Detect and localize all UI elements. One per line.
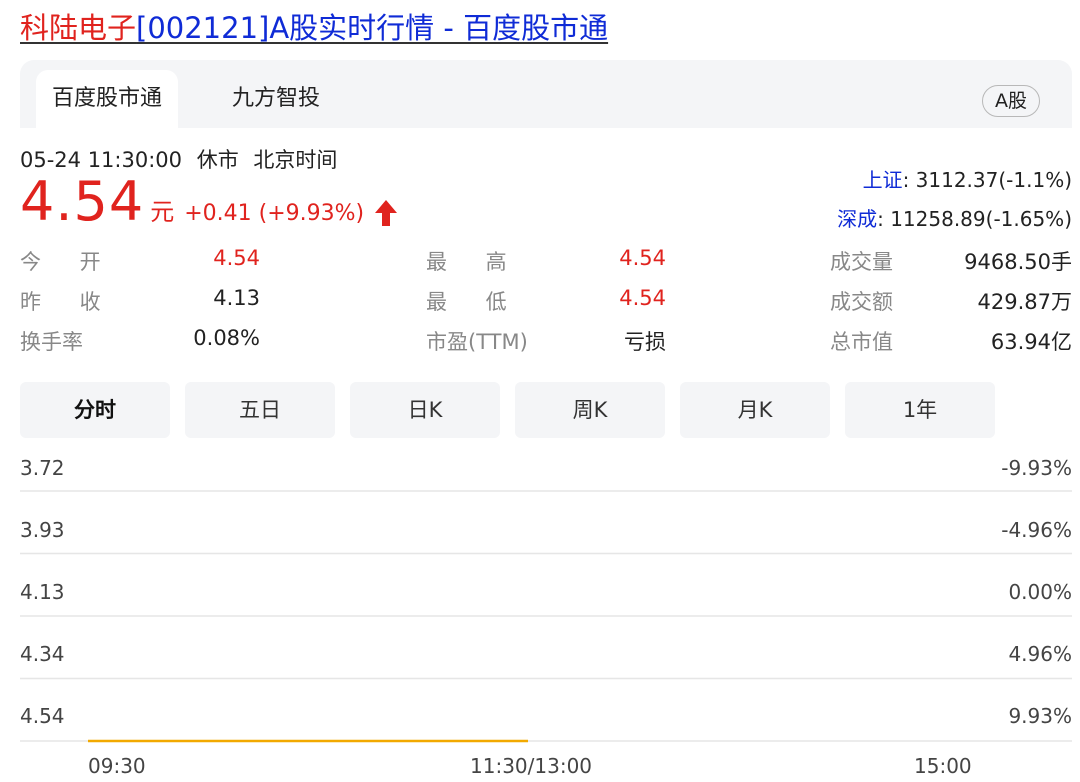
tab-one-year[interactable]: 1年 [845, 382, 995, 438]
stat-label-turnover-amount: 成交额 [830, 290, 893, 314]
pct-tick-label: 9.93% [1008, 704, 1072, 728]
stat-label-high: 最 高 [426, 250, 523, 274]
stat-label-open: 今 开 [20, 250, 117, 274]
stats-row: 昨 收 4.13 最 低 4.54 成交额 429.87万 [20, 286, 1072, 326]
tab-weekly-k[interactable]: 周K [515, 382, 665, 438]
tab-baidu-gushitong[interactable]: 百度股市通 [36, 70, 179, 128]
y-tick-label: 3.93 [20, 518, 65, 542]
tab-monthly-k[interactable]: 月K [680, 382, 830, 438]
stat-label-low: 最 低 [426, 290, 523, 314]
y-tick-label: 4.34 [20, 642, 65, 666]
stat-value-volume: 9468.50手 [964, 250, 1072, 274]
status-timezone: 北京时间 [253, 148, 338, 172]
x-tick-label: 11:30/13:00 [470, 754, 593, 778]
x-tick-label: 15:00 [914, 754, 972, 778]
tab-daily-k[interactable]: 日K [350, 382, 500, 438]
stat-value-prev-close: 4.13 [213, 286, 260, 310]
y-tick-label: 4.13 [20, 580, 65, 604]
price-change: +0.41 (+9.93%) [184, 201, 365, 226]
stat-value-turnover-rate: 0.08% [193, 326, 260, 350]
intraday-chart-svg [20, 490, 1072, 743]
pct-tick-label: -9.93% [1001, 456, 1072, 480]
tab-five-day[interactable]: 五日 [185, 382, 335, 438]
page-title[interactable]: 科陆电子[002121]A股实时行情 - 百度股市通 [20, 8, 608, 48]
x-tick-label: 09:30 [88, 754, 146, 778]
market-badge: A股 [982, 85, 1040, 117]
source-tabbar: 百度股市通 九方智投 A股 [20, 60, 1072, 128]
index-shenzhen[interactable]: 深成: 11258.89(-1.65%) [837, 203, 1072, 232]
index-shenzhen-value: : 11258.89(-1.65%) [877, 207, 1072, 231]
stats-row: 今 开 4.54 最 高 4.54 成交量 9468.50手 [20, 246, 1072, 286]
title-rest: [002121]A股实时行情 - 百度股市通 [136, 11, 609, 45]
stat-value-turnover-amount: 429.87万 [977, 290, 1072, 314]
page-title-link[interactable]: 科陆电子[002121]A股实时行情 - 百度股市通 [20, 11, 608, 45]
index-shanghai-value: : 3112.37(-1.1%) [902, 168, 1072, 192]
stat-label-market-cap: 总市值 [830, 330, 893, 354]
stat-value-low: 4.54 [619, 286, 666, 310]
intraday-chart[interactable]: 3.72 3.93 4.13 4.34 4.54 -9.93% -4.96% 0… [0, 448, 1080, 782]
index-shanghai-name: 上证 [862, 168, 903, 192]
stats-row: 换手率 0.08% 市盈(TTM) 亏损 总市值 63.94亿 [20, 326, 1072, 366]
tab-intraday[interactable]: 分时 [20, 382, 170, 438]
stat-value-pe-ttm: 亏损 [624, 330, 666, 354]
index-shanghai[interactable]: 上证: 3112.37(-1.1%) [863, 164, 1072, 193]
stat-label-turnover-rate: 换手率 [20, 330, 83, 354]
status-datetime: 05-24 11:30:00 [20, 148, 183, 172]
pct-tick-label: 0.00% [1008, 580, 1072, 604]
price-quote: 4.54 元 +0.41 (+9.93%) [20, 172, 398, 232]
status-state: 休市 [196, 148, 239, 172]
pct-tick-label: 4.96% [1008, 642, 1072, 666]
stat-value-market-cap: 63.94亿 [990, 330, 1072, 354]
price-unit: 元 [150, 198, 175, 226]
stock-name: 科陆电子 [20, 11, 137, 45]
y-tick-label: 3.72 [20, 456, 65, 480]
stat-label-prev-close: 昨 收 [20, 290, 117, 314]
y-tick-label: 4.54 [20, 704, 65, 728]
stat-label-pe-ttm: 市盈(TTM) [426, 330, 528, 354]
current-price: 4.54 [20, 170, 145, 233]
stats-grid: 今 开 4.54 最 高 4.54 成交量 9468.50手 昨 收 4.13 … [20, 246, 1072, 366]
stat-value-high: 4.54 [619, 246, 666, 270]
arrow-up-icon [375, 199, 398, 226]
pct-tick-label: -4.96% [1001, 518, 1072, 542]
index-shenzhen-name: 深成 [837, 207, 878, 231]
stat-label-volume: 成交量 [830, 250, 893, 274]
tab-jiufang[interactable]: 九方智投 [216, 70, 336, 128]
stat-value-open: 4.54 [213, 246, 260, 270]
